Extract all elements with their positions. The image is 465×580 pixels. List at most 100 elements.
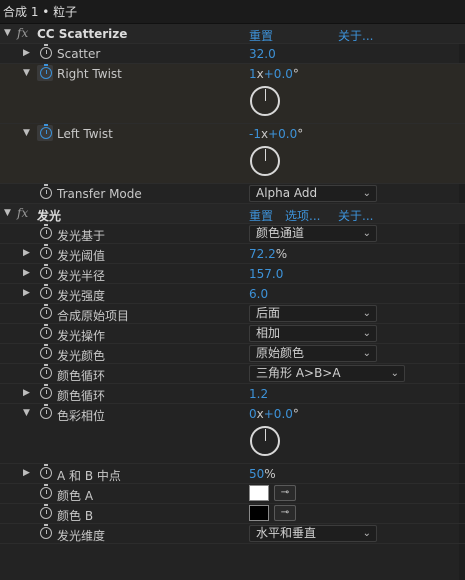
param-label: 发光操作 [57,329,106,343]
transfer-mode-dropdown[interactable]: Alpha Add ⌄ [249,185,377,202]
fx-toggle-icon[interactable]: fx [17,206,28,220]
param-label: 颜色 A [57,489,94,503]
param-row-composite-original: 合成原始项目 后面 ⌄ [0,304,465,324]
param-label: 发光阈值 [57,249,106,263]
param-row-color-loops: ▶ 颜色循环 1.2 [0,384,465,404]
param-label: 颜色 B [57,509,94,523]
effect-header-cc-scatterize[interactable]: ▼ fx CC Scatterize 重置 关于... [0,24,465,44]
stopwatch-icon[interactable] [40,244,52,259]
eyedropper-icon[interactable]: ⊸ [274,505,296,521]
param-row-color-phase: ▼ 色彩相位 0x+0.0° [0,404,465,464]
glow-colors-dropdown[interactable]: 原始颜色 ⌄ [249,345,377,362]
param-label: A 和 B 中点 [57,469,121,483]
chevron-down-icon: ⌄ [362,308,371,319]
chevron-down-icon: ⌄ [390,368,399,379]
expand-triangle-icon[interactable]: ▶ [23,248,30,258]
param-value-glow-radius[interactable]: 157.0 [249,267,283,281]
glow-dimensions-dropdown[interactable]: 水平和垂直 ⌄ [249,525,377,542]
stopwatch-icon[interactable] [40,124,52,139]
stopwatch-icon[interactable] [40,404,52,419]
param-row-color-looping: 颜色循环 三角形 A>B>A ⌄ [0,364,465,384]
param-label: 发光基于 [57,229,106,243]
color-b-swatch[interactable] [249,505,269,521]
stopwatch-icon[interactable] [40,484,52,499]
param-value-ab-midpoint[interactable]: 50% [249,467,276,481]
param-label: 发光颜色 [57,349,106,363]
param-row-color-a: 颜色 A ⊸ [0,484,465,504]
param-label: 发光半径 [57,269,106,283]
effect-name: CC Scatterize [37,27,128,41]
panel-title-bar: 合成 1 • 粒子 ° [0,0,465,24]
stopwatch-icon[interactable] [40,524,52,539]
angle-dial-right-twist[interactable] [250,86,280,116]
param-value-glow-threshold[interactable]: 72.2% [249,247,287,261]
chevron-down-icon: ⌄ [362,528,371,539]
param-value-glow-intensity[interactable]: 6.0 [249,287,268,301]
stopwatch-icon[interactable] [40,504,52,519]
param-row-left-twist: ▼ Left Twist -1x+0.0° [0,124,465,184]
fx-toggle-icon[interactable]: fx [17,26,28,40]
glow-operation-dropdown[interactable]: 相加 ⌄ [249,325,377,342]
about-link[interactable]: 关于... [338,207,373,224]
color-a-swatch[interactable] [249,485,269,501]
stopwatch-icon[interactable] [40,184,52,199]
stopwatch-icon[interactable] [40,324,52,339]
stopwatch-icon[interactable] [40,344,52,359]
collapse-triangle-icon[interactable]: ▼ [23,128,30,138]
param-row-glow-colors: 发光颜色 原始颜色 ⌄ [0,344,465,364]
angle-dial-left-twist[interactable] [250,146,280,176]
composite-original-dropdown[interactable]: 后面 ⌄ [249,305,377,322]
angle-value-left-twist[interactable]: -1x+0.0° [249,127,303,141]
param-value-scatter[interactable]: 32.0 [249,47,276,61]
param-label: 发光强度 [57,289,106,303]
param-label: 颜色循环 [57,369,106,383]
param-label: Transfer Mode [57,187,142,201]
param-value-color-loops[interactable]: 1.2 [249,387,268,401]
eyedropper-icon[interactable]: ⊸ [274,485,296,501]
reset-link[interactable]: 重置 [249,27,273,44]
stopwatch-icon[interactable] [40,224,52,239]
expand-triangle-icon[interactable]: ▶ [23,468,30,478]
param-row-glow-dimensions: 发光维度 水平和垂直 ⌄ [0,524,465,544]
expand-triangle-icon[interactable]: ▶ [23,268,30,278]
effect-name: 发光 [37,209,62,223]
options-link[interactable]: 选项... [285,207,320,224]
collapse-triangle-icon[interactable]: ▼ [23,68,30,78]
stopwatch-icon[interactable] [40,264,52,279]
stopwatch-icon[interactable] [40,284,52,299]
angle-dial-color-phase[interactable] [250,426,280,456]
color-looping-dropdown[interactable]: 三角形 A>B>A ⌄ [249,365,405,382]
param-row-glow-threshold: ▶ 发光阈值 72.2% [0,244,465,264]
collapse-triangle-icon[interactable]: ▼ [23,408,30,418]
collapse-triangle-icon[interactable]: ▼ [4,208,11,218]
param-row-glow-radius: ▶ 发光半径 157.0 [0,264,465,284]
stopwatch-icon[interactable] [40,384,52,399]
param-row-glow-operation: 发光操作 相加 ⌄ [0,324,465,344]
param-row-transfer-mode: Transfer Mode Alpha Add ⌄ [0,184,465,204]
collapse-triangle-icon[interactable]: ▼ [4,28,11,38]
expand-triangle-icon[interactable]: ▶ [23,48,30,58]
angle-value-right-twist[interactable]: 1x+0.0° [249,67,299,81]
param-label: Right Twist [57,67,122,81]
expand-triangle-icon[interactable]: ▶ [23,388,30,398]
stopwatch-icon[interactable] [40,304,52,319]
param-row-right-twist: ▼ Right Twist 1x+0.0° [0,64,465,124]
stopwatch-icon[interactable] [40,64,52,79]
param-row-color-b: 颜色 B ⊸ [0,504,465,524]
param-row-scatter: ▶ Scatter 32.0 [0,44,465,64]
reset-link[interactable]: 重置 [249,207,273,224]
about-link[interactable]: 关于... [338,27,373,44]
param-label: 发光维度 [57,529,106,543]
param-label: 合成原始项目 [57,309,130,323]
stopwatch-icon[interactable] [40,44,52,59]
expand-triangle-icon[interactable]: ▶ [23,288,30,298]
chevron-down-icon: ⌄ [362,228,371,239]
glow-based-on-dropdown[interactable]: 颜色通道 ⌄ [249,225,377,242]
effect-header-glow[interactable]: ▼ fx 发光 重置 选项... 关于... [0,204,465,224]
param-label: Scatter [57,47,101,61]
param-row-glow-based-on: 发光基于 颜色通道 ⌄ [0,224,465,244]
stopwatch-icon[interactable] [40,464,52,479]
stopwatch-icon[interactable] [40,364,52,379]
angle-value-color-phase[interactable]: 0x+0.0° [249,407,299,421]
panel-title: 合成 1 • 粒子 [3,5,78,19]
